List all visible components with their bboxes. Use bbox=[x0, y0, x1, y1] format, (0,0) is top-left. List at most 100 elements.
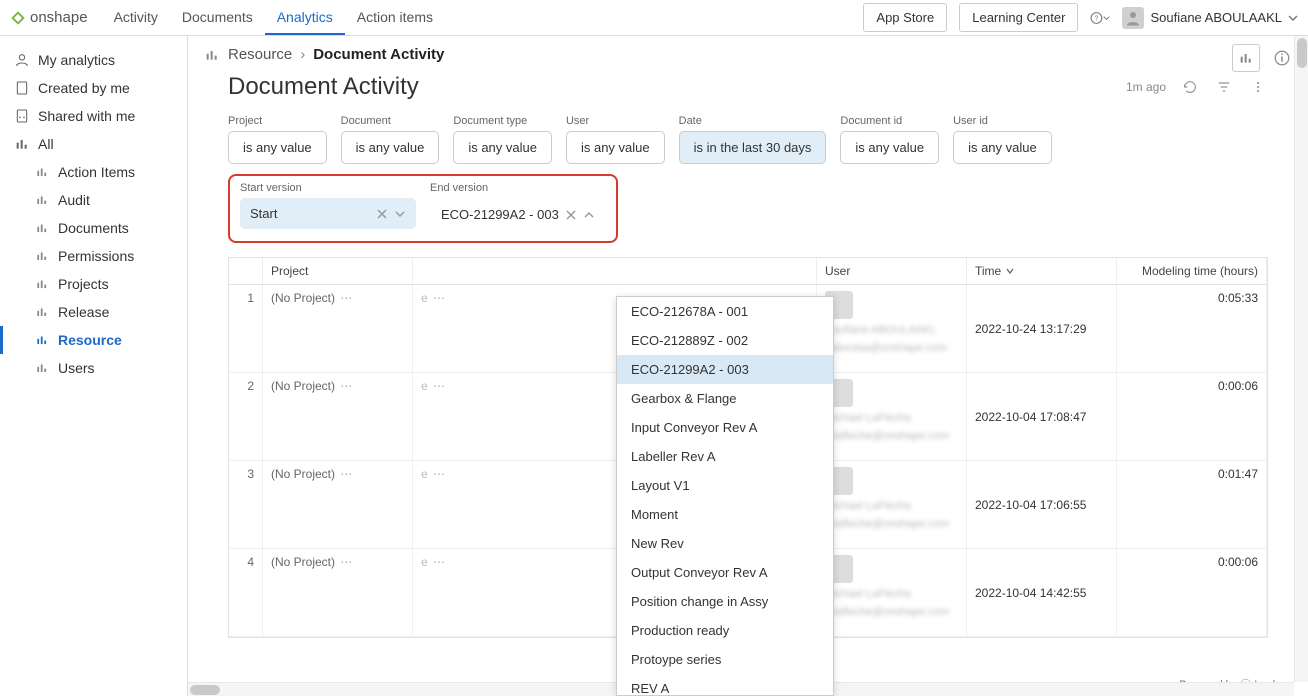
dropdown-item[interactable]: Protoype series bbox=[617, 645, 833, 674]
th-modeling[interactable]: Modeling time (hours) bbox=[1117, 258, 1267, 284]
dropdown-item[interactable]: ECO-21299A2 - 003 bbox=[617, 355, 833, 384]
end-version-dropdown[interactable]: ECO-212678A - 001ECO-212889Z - 002ECO-21… bbox=[616, 296, 834, 696]
end-version-select[interactable]: ECO-21299A2 - 003 bbox=[430, 198, 606, 231]
sidebar-label: Resource bbox=[58, 332, 122, 348]
scroll-thumb[interactable] bbox=[190, 685, 220, 695]
dropdown-item[interactable]: Labeller Rev A bbox=[617, 442, 833, 471]
page-title: Document Activity bbox=[228, 73, 419, 101]
cell-index: 4 bbox=[229, 549, 263, 636]
row-menu-icon[interactable]: ⋯ bbox=[431, 555, 448, 569]
th-user[interactable]: User bbox=[817, 258, 967, 284]
topbar-right: App Store Learning Center ? Soufiane ABO… bbox=[863, 3, 1298, 32]
row-menu-icon[interactable]: ⋯ bbox=[338, 555, 355, 569]
filter-user-id: User idis any value bbox=[953, 115, 1052, 164]
topnav-analytics[interactable]: Analytics bbox=[265, 1, 345, 35]
cell-modeling: 0:00:06 bbox=[1117, 549, 1267, 636]
topnav-activity[interactable]: Activity bbox=[102, 1, 170, 35]
filter-pill[interactable]: is any value bbox=[566, 131, 665, 164]
filter-pill[interactable]: is any value bbox=[341, 131, 440, 164]
cell-time: 2022-10-24 13:17:29 bbox=[967, 285, 1117, 372]
dashboard-action-button[interactable] bbox=[1232, 44, 1260, 72]
row-menu-icon[interactable]: ⋯ bbox=[338, 291, 355, 305]
filter-pill[interactable]: is any value bbox=[953, 131, 1052, 164]
dropdown-item[interactable]: Input Conveyor Rev A bbox=[617, 413, 833, 442]
th-doc[interactable] bbox=[413, 258, 817, 284]
chevron-down-icon bbox=[1288, 13, 1298, 23]
filter-pill[interactable]: is any value bbox=[840, 131, 939, 164]
filter-pill[interactable]: is any value bbox=[228, 131, 327, 164]
sidebar-documents[interactable]: Documents bbox=[0, 214, 187, 242]
refresh-icon[interactable] bbox=[1180, 77, 1200, 97]
chevron-right-icon: › bbox=[300, 46, 305, 63]
sidebar-my-analytics[interactable]: My analytics bbox=[0, 46, 187, 74]
clear-icon[interactable] bbox=[376, 208, 388, 220]
sidebar-users[interactable]: Users bbox=[0, 354, 187, 382]
sidebar-release[interactable]: Release bbox=[0, 298, 187, 326]
row-menu-icon[interactable]: ⋯ bbox=[338, 379, 355, 393]
chart-icon bbox=[14, 136, 30, 152]
learning-center-button[interactable]: Learning Center bbox=[959, 3, 1078, 32]
th-time[interactable]: Time bbox=[967, 258, 1117, 284]
brand-logo[interactable]: onshape bbox=[10, 9, 88, 26]
filter-label: Date bbox=[679, 115, 827, 127]
row-menu-icon[interactable]: ⋯ bbox=[431, 291, 448, 305]
dropdown-item[interactable]: Output Conveyor Rev A bbox=[617, 558, 833, 587]
dropdown-item[interactable]: Position change in Assy bbox=[617, 587, 833, 616]
sidebar-shared-with-me[interactable]: Shared with me bbox=[0, 102, 187, 130]
user-name-blurred: Michael LaFleche bbox=[825, 499, 958, 513]
th-project[interactable]: Project bbox=[263, 258, 413, 284]
dropdown-item[interactable]: ECO-212889Z - 002 bbox=[617, 326, 833, 355]
dropdown-item[interactable]: New Rev bbox=[617, 529, 833, 558]
user-menu[interactable]: Soufiane ABOULAAKL bbox=[1122, 7, 1298, 29]
topnav-documents[interactable]: Documents bbox=[170, 1, 265, 35]
topnav-action-items[interactable]: Action items bbox=[345, 1, 445, 35]
appstore-button[interactable]: App Store bbox=[863, 3, 947, 32]
dropdown-item[interactable]: Production ready bbox=[617, 616, 833, 645]
cell-user: Michael LaFlechemlafleche@onshape.com bbox=[817, 549, 967, 636]
filter-pill[interactable]: is in the last 30 days bbox=[679, 131, 827, 164]
sidebar-action-items[interactable]: Action Items bbox=[0, 158, 187, 186]
row-menu-icon[interactable]: ⋯ bbox=[431, 379, 448, 393]
start-version-select[interactable]: Start bbox=[240, 198, 416, 229]
dropdown-item[interactable]: REV A bbox=[617, 674, 833, 696]
chart-icon bbox=[204, 47, 220, 63]
end-version-value: ECO-21299A2 - 003 bbox=[441, 207, 559, 222]
sidebar-created-by-me[interactable]: Created by me bbox=[0, 74, 187, 102]
filter-pill[interactable]: is any value bbox=[453, 131, 552, 164]
filter-label: Document type bbox=[453, 115, 552, 127]
row-menu-icon[interactable]: ⋯ bbox=[431, 467, 448, 481]
sidebar-permissions[interactable]: Permissions bbox=[0, 242, 187, 270]
clear-icon[interactable] bbox=[565, 209, 577, 221]
user-email-blurred: mlafleche@onshape.com bbox=[825, 429, 958, 443]
dropdown-item[interactable]: Layout V1 bbox=[617, 471, 833, 500]
dropdown-item[interactable]: Moment bbox=[617, 500, 833, 529]
breadcrumb-current: Document Activity bbox=[313, 46, 444, 63]
content: Resource › Document Activity Document Ac… bbox=[188, 36, 1308, 696]
chart-icon bbox=[34, 248, 50, 264]
info-icon[interactable] bbox=[1268, 44, 1296, 72]
breadcrumb-root[interactable]: Resource bbox=[228, 46, 292, 63]
sidebar-audit[interactable]: Audit bbox=[0, 186, 187, 214]
vertical-scrollbar[interactable] bbox=[1294, 36, 1308, 682]
end-version-block: End version ECO-21299A2 - 003 bbox=[430, 182, 606, 231]
user-name-blurred: Soufiane ABOULAAKL bbox=[825, 323, 958, 337]
help-icon[interactable]: ? bbox=[1090, 8, 1110, 28]
scroll-thumb[interactable] bbox=[1297, 38, 1307, 68]
chevron-up-icon[interactable] bbox=[583, 209, 595, 221]
cell-project: (No Project) ⋯ bbox=[263, 461, 413, 548]
page-age: 1m ago bbox=[1126, 80, 1166, 94]
cell-user: Soufiane ABOULAAKLsaboulaa@onshape.com bbox=[817, 285, 967, 372]
filter-icon[interactable] bbox=[1214, 77, 1234, 97]
onshape-logo-icon bbox=[10, 10, 26, 26]
dropdown-item[interactable]: Gearbox & Flange bbox=[617, 384, 833, 413]
page-header-tools: 1m ago bbox=[1126, 77, 1268, 97]
more-icon[interactable] bbox=[1248, 77, 1268, 97]
row-menu-icon[interactable]: ⋯ bbox=[338, 467, 355, 481]
chevron-down-icon[interactable] bbox=[394, 208, 406, 220]
sidebar-all[interactable]: All bbox=[0, 130, 187, 158]
chart-icon bbox=[34, 192, 50, 208]
dropdown-item[interactable]: ECO-212678A - 001 bbox=[617, 297, 833, 326]
sidebar-label: Release bbox=[58, 304, 109, 320]
sidebar-projects[interactable]: Projects bbox=[0, 270, 187, 298]
sidebar-resource[interactable]: Resource bbox=[0, 326, 187, 354]
